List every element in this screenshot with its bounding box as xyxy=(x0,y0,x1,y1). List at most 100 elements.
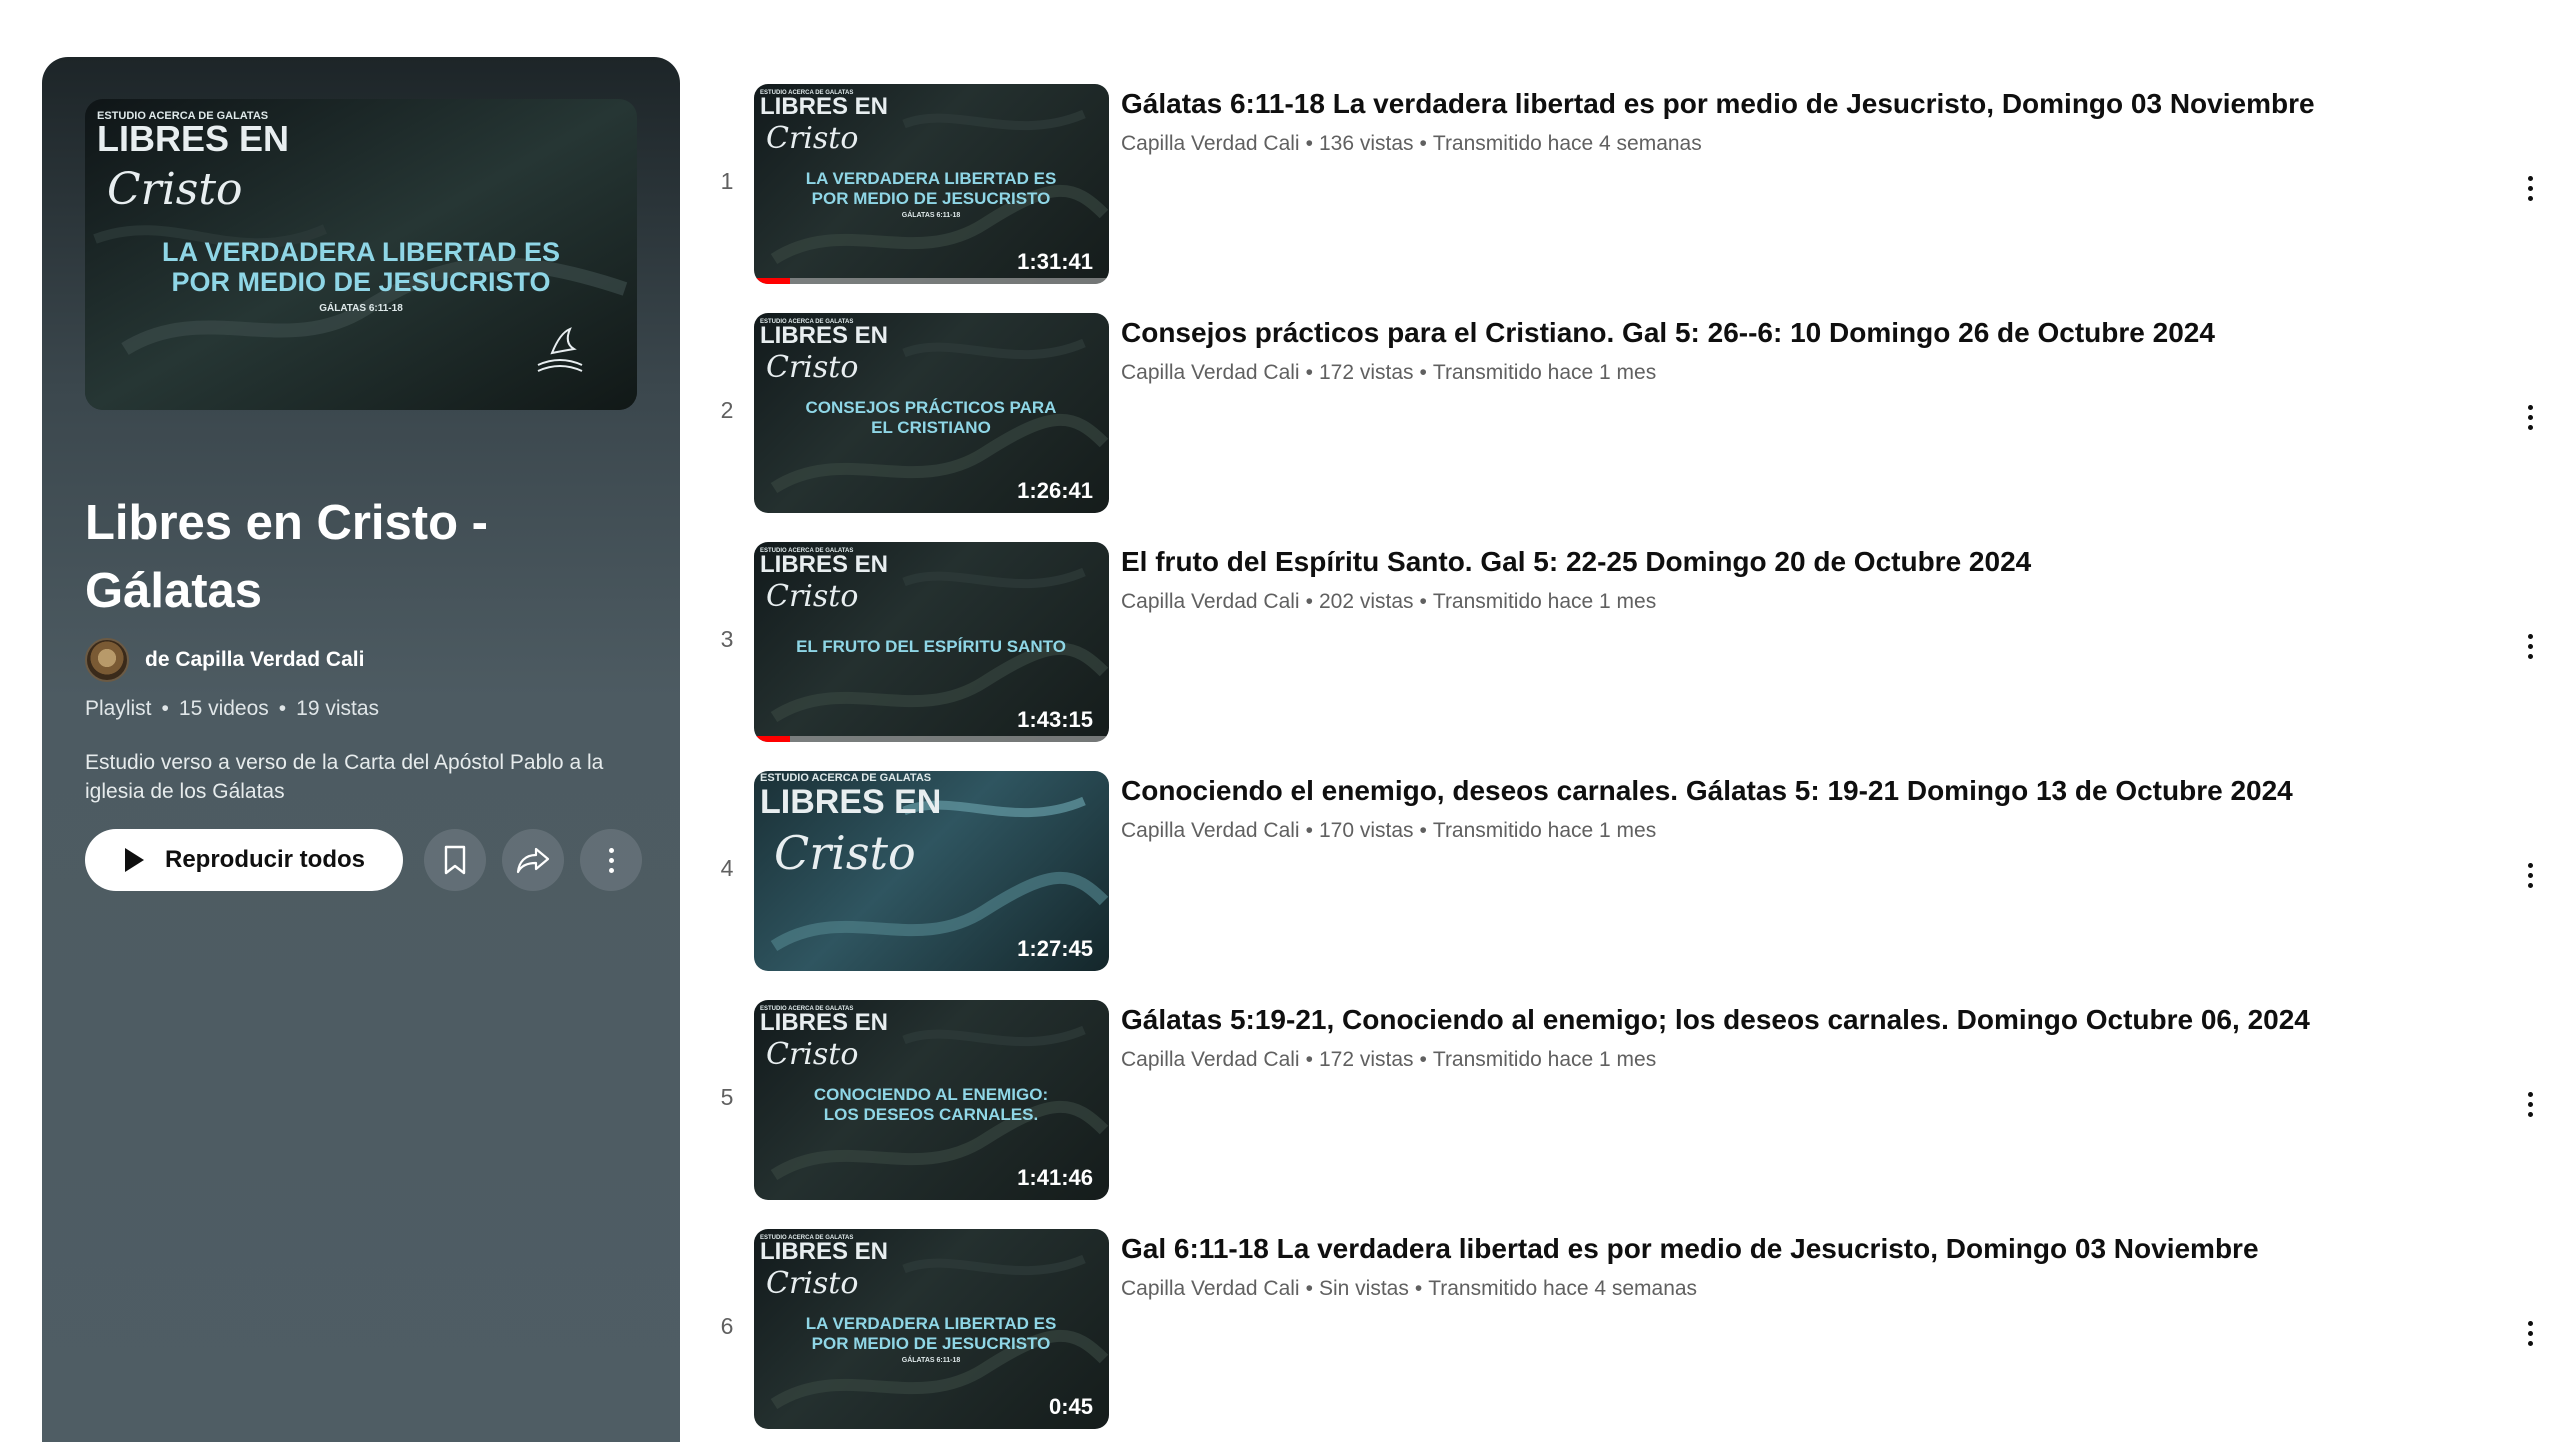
playlist-thumbnail-art: ESTUDIO ACERCA DE GALATAS LIBRES EN Cris… xyxy=(85,99,637,410)
playlist-owner[interactable]: de Capilla Verdad Cali xyxy=(85,638,364,682)
thumb-brand-line2: Cristo xyxy=(766,1037,858,1072)
thumb-brand-line1: LIBRES EN xyxy=(760,93,888,120)
playlist-video-list: 1 ESTUDIO ACERCA DE GALATAS LIBRES EN Cr… xyxy=(700,84,2560,1442)
video-more-button[interactable] xyxy=(2510,1313,2550,1353)
thumb-text-line1: LA VERDADERA LIBERTAD ES xyxy=(806,1314,1057,1333)
watch-progress-track xyxy=(754,278,1109,284)
video-more-button[interactable] xyxy=(2510,626,2550,666)
video-more-button[interactable] xyxy=(2510,855,2550,895)
playlist-video-row[interactable]: 5 ESTUDIO ACERCA DE GALATAS LIBRES EN Cr… xyxy=(700,1000,2560,1229)
watch-progress-track xyxy=(754,736,1109,742)
video-meta: Capilla Verdad Cali • Sin vistas • Transmiti… xyxy=(1121,1277,2351,1301)
video-views: 202 vistas xyxy=(1318,590,1414,613)
video-published: Transmitido hace 1 mes xyxy=(1432,819,1657,842)
video-channel[interactable]: Capilla Verdad Cali xyxy=(1121,132,1300,155)
separator-dot: • xyxy=(1305,361,1313,384)
more-actions-button[interactable] xyxy=(580,829,642,891)
playlist-type: Playlist xyxy=(85,697,152,720)
more-vert-icon xyxy=(2527,862,2533,888)
duration-badge: 1:26:41 xyxy=(1017,478,1093,503)
video-thumbnail[interactable]: ESTUDIO ACERCA DE GALATAS LIBRES EN Cris… xyxy=(754,84,1109,284)
hero-main-line2: POR MEDIO DE JESUCRISTO xyxy=(171,267,550,297)
video-more-button[interactable] xyxy=(2510,1084,2550,1124)
playlist-video-row[interactable]: 3 ESTUDIO ACERCA DE GALATAS LIBRES EN Cr… xyxy=(700,542,2560,771)
video-thumbnail[interactable]: ESTUDIO ACERCA DE GALATAS LIBRES EN Cris… xyxy=(754,542,1109,742)
video-title[interactable]: Gálatas 6:11-18 La verdadera libertad es… xyxy=(1121,84,2351,124)
video-index: 6 xyxy=(720,1313,734,1339)
thumb-text-line1: EL FRUTO DEL ESPÍRITU SANTO xyxy=(796,637,1066,656)
duration-badge: 0:45 xyxy=(1048,1394,1093,1419)
separator-dot: • xyxy=(1305,1277,1313,1300)
playlist-views: 19 vistas xyxy=(296,697,380,720)
video-published: Transmitido hace 1 mes xyxy=(1432,1048,1657,1071)
separator-dot: • xyxy=(1305,819,1313,842)
video-more-button[interactable] xyxy=(2510,168,2550,208)
video-index: 2 xyxy=(720,397,734,423)
avatar[interactable] xyxy=(85,638,129,682)
playlist-title: Libres en Cristo - Gálatas xyxy=(85,496,488,618)
thumb-brand-line2: Cristo xyxy=(766,121,858,156)
thumb-brand-line2: Cristo xyxy=(766,350,858,385)
thumb-brand-line1: LIBRES EN xyxy=(760,1238,888,1265)
thumb-brand-line2: Cristo xyxy=(766,579,858,614)
thumb-reference: GÁLATAS 6:11-18 xyxy=(902,1355,961,1364)
playlist-header-panel: ESTUDIO ACERCA DE GALATAS LIBRES EN Cris… xyxy=(42,57,680,1442)
playlist-video-row[interactable]: 6 ESTUDIO ACERCA DE GALATAS LIBRES EN Cr… xyxy=(700,1229,2560,1442)
video-title[interactable]: Gal 6:11-18 La verdadera libertad es por… xyxy=(1121,1229,2351,1269)
owner-name[interactable]: de Capilla Verdad Cali xyxy=(145,648,364,672)
playlist-video-row[interactable]: 1 ESTUDIO ACERCA DE GALATAS LIBRES EN Cr… xyxy=(700,84,2560,313)
duration-badge: 1:27:45 xyxy=(1017,936,1093,961)
thumb-reference: GÁLATAS 6:11-18 xyxy=(902,210,961,219)
video-published: Transmitido hace 4 semanas xyxy=(1432,132,1702,155)
video-channel[interactable]: Capilla Verdad Cali xyxy=(1121,1048,1300,1071)
more-vert-icon xyxy=(608,847,614,873)
video-meta: Capilla Verdad Cali • 172 vistas • Transmiti… xyxy=(1121,361,2351,385)
video-channel[interactable]: Capilla Verdad Cali xyxy=(1121,590,1300,613)
video-thumbnail[interactable]: ESTUDIO ACERCA DE GALATAS LIBRES EN Cris… xyxy=(754,771,1109,971)
playlist-video-row[interactable]: 4 ESTUDIO ACERCA DE GALATAS LIBRES EN Cr… xyxy=(700,771,2560,1000)
video-title[interactable]: El fruto del Espíritu Santo. Gal 5: 22-2… xyxy=(1121,542,2351,582)
more-vert-icon xyxy=(2527,633,2533,659)
share-button[interactable] xyxy=(502,829,564,891)
video-title[interactable]: Gálatas 5:19-21, Conociendo al enemigo; … xyxy=(1121,1000,2351,1040)
separator-dot: • xyxy=(1419,590,1427,613)
video-published: Transmitido hace 4 semanas xyxy=(1428,1277,1698,1300)
video-title[interactable]: Conociendo el enemigo, deseos carnales. … xyxy=(1121,771,2351,811)
video-thumbnail[interactable]: ESTUDIO ACERCA DE GALATAS LIBRES EN Cris… xyxy=(754,313,1109,513)
video-index: 5 xyxy=(720,1084,734,1110)
video-views: Sin vistas xyxy=(1318,1277,1409,1300)
video-channel[interactable]: Capilla Verdad Cali xyxy=(1121,361,1300,384)
thumb-text-line2: POR MEDIO DE JESUCRISTO xyxy=(812,189,1051,208)
video-views: 136 vistas xyxy=(1318,132,1414,155)
hero-reference: GÁLATAS 6:11-18 xyxy=(319,301,403,314)
video-more-button[interactable] xyxy=(2510,397,2550,437)
separator-dot: • xyxy=(1419,819,1427,842)
video-views: 172 vistas xyxy=(1318,1048,1414,1071)
share-icon xyxy=(516,847,550,874)
video-channel[interactable]: Capilla Verdad Cali xyxy=(1121,819,1300,842)
video-meta: Capilla Verdad Cali • 136 vistas • Transmiti… xyxy=(1121,132,2351,156)
play-all-button[interactable]: Reproducir todos xyxy=(85,829,403,891)
video-meta: Capilla Verdad Cali • 202 vistas • Transmiti… xyxy=(1121,590,2351,614)
hero-brand-line1: LIBRES EN xyxy=(97,118,289,159)
playlist-stats: Playlist • 15 videos • 19 vistas xyxy=(85,697,379,721)
video-thumbnail[interactable]: ESTUDIO ACERCA DE GALATAS LIBRES EN Cris… xyxy=(754,1000,1109,1200)
more-vert-icon xyxy=(2527,1091,2533,1117)
thumb-brand-line1: LIBRES EN xyxy=(760,1009,888,1036)
duration-badge: 1:41:46 xyxy=(1017,1165,1093,1190)
playlist-video-count: 15 videos xyxy=(178,697,269,720)
playlist-thumbnail[interactable]: ESTUDIO ACERCA DE GALATAS LIBRES EN Cris… xyxy=(85,99,637,410)
save-playlist-button[interactable] xyxy=(424,829,486,891)
playlist-description: Estudio verso a verso de la Carta del Ap… xyxy=(85,751,604,803)
video-channel[interactable]: Capilla Verdad Cali xyxy=(1121,1277,1300,1300)
video-views: 172 vistas xyxy=(1318,361,1414,384)
video-title[interactable]: Consejos prácticos para el Cristiano. Ga… xyxy=(1121,313,2351,353)
playlist-video-row[interactable]: 2 ESTUDIO ACERCA DE GALATAS LIBRES EN Cr… xyxy=(700,313,2560,542)
video-meta: Capilla Verdad Cali • 172 vistas • Transmiti… xyxy=(1121,1048,2351,1072)
bookmark-icon xyxy=(444,845,466,875)
hero-brand-line2: Cristo xyxy=(107,164,243,215)
thumb-brand-line2: Cristo xyxy=(766,1266,858,1301)
separator-dot: • xyxy=(1414,1277,1423,1300)
video-thumbnail[interactable]: ESTUDIO ACERCA DE GALATAS LIBRES EN Cris… xyxy=(754,1229,1109,1429)
thumb-brand-line1: LIBRES EN xyxy=(760,783,941,821)
